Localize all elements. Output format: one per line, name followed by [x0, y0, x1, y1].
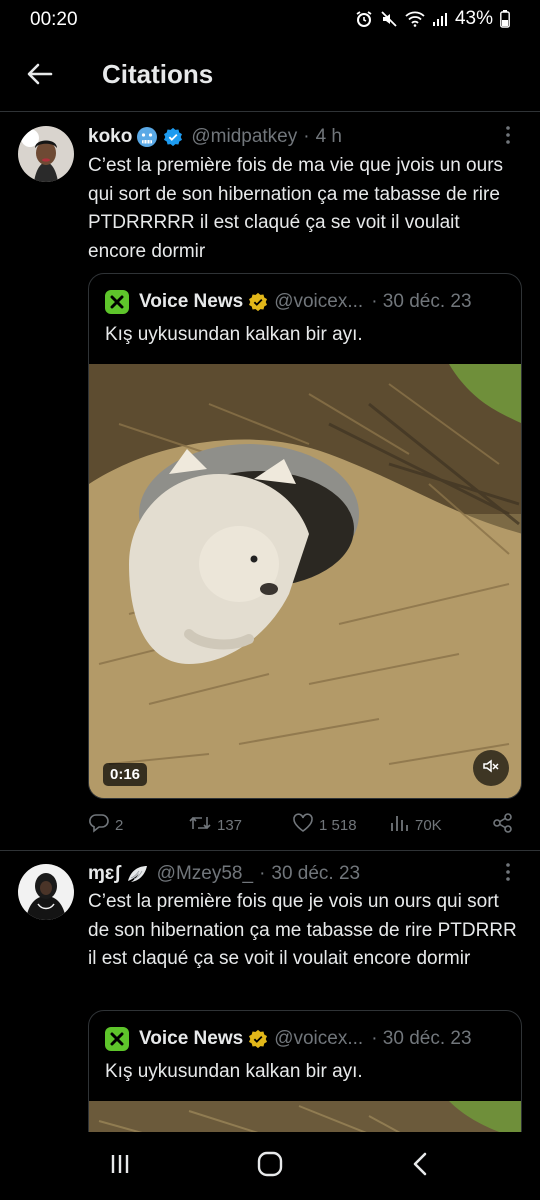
chevron-left-icon — [410, 1151, 430, 1182]
more-icon — [505, 125, 511, 150]
quote-author-name: Voice News — [139, 1028, 244, 1049]
quote-time: · 30 déc. 23 — [371, 1028, 472, 1049]
tweet-actions: 2 137 1 518 70K — [88, 812, 516, 838]
video-player[interactable] — [89, 1101, 521, 1132]
status-bar: 00:20 43% — [0, 0, 540, 40]
reply-button[interactable]: 2 — [88, 812, 123, 838]
views-icon — [390, 814, 410, 836]
separator-dot: · — [259, 863, 266, 884]
share-button[interactable] — [492, 812, 514, 838]
quote-time: · 30 déc. 23 — [371, 291, 472, 312]
system-nav-bar — [0, 1132, 540, 1200]
recent-apps-button[interactable] — [100, 1150, 140, 1182]
quote-header: Voice News @voicex... · 30 déc. 23 — [105, 288, 505, 316]
reply-count: 2 — [115, 816, 124, 834]
status-time: 00:20 — [30, 9, 78, 30]
system-back-button[interactable] — [400, 1150, 440, 1182]
author-name[interactable]: ɱɛʃ — [88, 863, 121, 885]
repost-button[interactable]: 137 — [188, 812, 242, 838]
home-icon — [256, 1150, 284, 1183]
home-button[interactable] — [250, 1150, 290, 1182]
video-player[interactable]: 0:16 — [89, 364, 521, 798]
verified-gold-icon — [248, 1029, 268, 1049]
views-count: 70K — [415, 816, 442, 834]
tweet-text: C’est la première fois de ma vie que jvo… — [88, 155, 504, 262]
author-name[interactable]: koko — [88, 126, 132, 148]
status-icons: 43% — [355, 8, 510, 30]
mute-button[interactable] — [473, 750, 509, 786]
voice-news-logo — [105, 290, 129, 314]
separator-dot: · — [303, 126, 310, 147]
tweet[interactable]: ɱɛʃ @Mzey58_ · 30 déc. 23 C’est la premi… — [0, 851, 540, 1132]
quote-text: Kış uykusundan kalkan bir ayı. — [105, 1061, 363, 1082]
avatar[interactable] — [18, 126, 74, 182]
quote-card[interactable]: Voice News @voicex... · 30 déc. 23 Kış u… — [88, 273, 522, 799]
share-icon — [492, 812, 514, 838]
cold-face-emoji-icon — [136, 126, 158, 148]
back-arrow-icon — [27, 63, 53, 90]
quote-text: Kış uykusundan kalkan bir ayı. — [105, 324, 363, 345]
bear-video-thumbnail — [89, 364, 521, 798]
verified-gold-icon — [248, 292, 268, 312]
mute-status-icon — [380, 10, 398, 28]
quote-author-handle: @voicex... — [274, 1028, 364, 1049]
wing-emoji-icon — [125, 864, 149, 884]
tweet-time[interactable]: 4 h — [316, 126, 342, 148]
header: Citations — [0, 40, 540, 112]
voice-news-logo — [105, 1027, 129, 1051]
like-button[interactable]: 1 518 — [292, 812, 357, 838]
reply-icon — [88, 813, 110, 837]
page-title: Citations — [102, 59, 214, 89]
mute-icon — [482, 757, 500, 780]
quote-author-handle: @voicex... — [274, 291, 364, 312]
quote-card[interactable]: Voice News @voicex... · 30 déc. 23 Kış u… — [88, 1010, 522, 1132]
tweet-time[interactable]: 30 déc. 23 — [271, 863, 360, 885]
avatar[interactable] — [18, 864, 74, 920]
battery-percent: 43% — [454, 8, 493, 29]
video-duration: 0:16 — [103, 763, 148, 786]
more-icon — [505, 862, 511, 887]
wifi-icon — [405, 11, 425, 27]
like-count: 1 518 — [319, 816, 357, 834]
quote-header: Voice News @voicex... · 30 déc. 23 — [105, 1025, 505, 1053]
views-button[interactable]: 70K — [390, 812, 442, 838]
recent-apps-icon — [108, 1152, 132, 1181]
more-button[interactable] — [498, 124, 518, 150]
tweet-header: ɱɛʃ @Mzey58_ · 30 déc. 23 — [88, 861, 500, 887]
back-button[interactable] — [22, 58, 58, 94]
quote-author-name: Voice News — [139, 291, 244, 312]
author-handle[interactable]: @midpatkey — [191, 126, 297, 148]
verified-icon — [163, 127, 183, 147]
alarm-icon — [355, 10, 373, 28]
more-button[interactable] — [498, 861, 518, 887]
tweet-text: C’est la première fois que je vois un ou… — [88, 891, 517, 969]
author-handle[interactable]: @Mzey58_ — [157, 863, 253, 885]
like-icon — [292, 813, 314, 837]
battery-icon — [500, 10, 510, 28]
tweet-header: koko @midpatkey · 4 h — [88, 124, 500, 150]
repost-icon — [188, 813, 212, 837]
repost-count: 137 — [217, 816, 243, 834]
tweet[interactable]: koko @midpatkey · 4 h C’est la première … — [0, 112, 540, 852]
bear-video-thumbnail — [89, 1101, 521, 1132]
signal-icon — [432, 11, 448, 27]
